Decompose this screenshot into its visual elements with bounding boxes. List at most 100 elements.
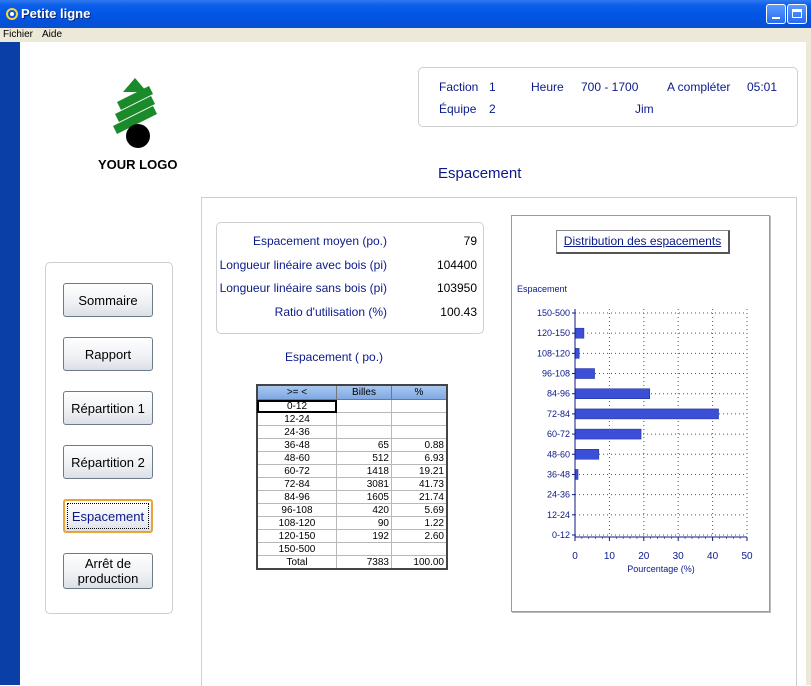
menu-bar: Fichier Aide [0,28,811,42]
right-border [806,42,811,685]
y-tick-label: 108-120 [537,348,570,358]
x-axis-title: Pourcentage (%) [627,564,695,574]
arret-line1: Arrêt de [84,556,132,571]
cell-billes[interactable]: 65 [336,438,392,452]
cell-billes[interactable] [336,399,392,413]
stat-value-espacement-moyen: 79 [463,234,477,248]
window-title: Petite ligne [21,6,91,21]
stat-value-avec-bois: 104400 [436,258,477,272]
heure-value: 700 - 1700 [581,80,639,94]
cell-range[interactable]: 24-36 [256,425,337,439]
repartition1-button[interactable]: Répartition 1 [63,391,153,425]
table-row[interactable]: 150-500 [256,542,448,556]
table-row[interactable]: 12-24 [256,412,448,426]
stat-label-sans-bois: Longueur linéaire sans bois (pi) [219,281,387,295]
y-tick-label: 48-60 [547,449,570,459]
table-row[interactable]: 84-96 1605 21.74 [256,490,448,504]
cell-range[interactable]: 84-96 [256,490,337,504]
cell-range[interactable]: 72-84 [256,477,337,491]
bar [574,449,600,460]
cell-billes[interactable]: 1418 [336,464,392,478]
repartition2-button[interactable]: Répartition 2 [63,445,153,479]
table-row[interactable]: 96-108 420 5.69 [256,503,448,517]
x-tick-label: 40 [707,551,719,562]
page-title: Espacement [438,165,522,182]
minimize-button[interactable] [766,4,786,24]
cell-percent[interactable] [391,399,448,413]
y-tick-label: 0-12 [552,530,570,540]
stat-label-ratio: Ratio d'utilisation (%) [274,305,387,319]
menu-aide[interactable]: Aide [42,29,62,40]
y-tick-label: 36-48 [547,469,570,479]
table-title: Espacement ( po.) [285,350,384,364]
sommaire-button[interactable]: Sommaire [63,283,153,317]
arret-line2: production [77,571,139,586]
cell-billes[interactable]: 420 [336,503,392,517]
cell-billes[interactable]: 1605 [336,490,392,504]
cell-percent[interactable]: 1.22 [391,516,448,530]
total-percent: 100.00 [391,555,448,570]
menu-fichier[interactable]: Fichier [3,29,33,40]
cell-percent[interactable]: 0.88 [391,438,448,452]
cell-range[interactable]: 60-72 [256,464,337,478]
cell-range[interactable]: 150-500 [256,542,337,556]
total-label: Total [256,555,337,570]
app-icon [6,8,18,20]
x-tick-label: 10 [604,551,616,562]
cell-billes[interactable] [336,425,392,439]
table-row[interactable]: 120-150 192 2.60 [256,529,448,543]
y-tick-label: 150-500 [537,308,570,318]
arret-production-button[interactable]: Arrêt de production [63,553,153,589]
cell-range[interactable]: 0-12 [256,399,337,413]
cell-billes[interactable]: 192 [336,529,392,543]
bar [574,428,642,440]
left-border [0,42,20,685]
cell-percent[interactable]: 6.93 [391,451,448,465]
table-row[interactable]: 108-120 90 1.22 [256,516,448,530]
equipe-label: Équipe [439,102,477,116]
bar [574,348,580,359]
cell-billes[interactable] [336,412,392,426]
table-row[interactable]: 60-72 1418 19.21 [256,464,448,478]
espacement-button[interactable]: Espacement [63,499,153,533]
y-axis-title: Espacement [517,284,568,294]
cell-range[interactable]: 96-108 [256,503,337,517]
cell-percent[interactable]: 19.21 [391,464,448,478]
table-row[interactable]: 0-12 [256,399,448,413]
table-row[interactable]: 72-84 3081 41.73 [256,477,448,491]
operator-name: Jim [635,102,654,116]
table-row[interactable]: 48-60 512 6.93 [256,451,448,465]
maximize-button[interactable] [787,4,807,24]
cell-percent[interactable] [391,412,448,426]
cell-range[interactable]: 12-24 [256,412,337,426]
cell-percent[interactable]: 21.74 [391,490,448,504]
y-tick-label: 84-96 [547,389,570,399]
nav-panel: Sommaire Rapport Répartition 1 Répartiti… [45,262,173,614]
cell-range[interactable]: 48-60 [256,451,337,465]
cell-percent[interactable]: 5.69 [391,503,448,517]
stat-value-ratio: 100.43 [440,305,477,319]
cell-percent[interactable] [391,425,448,439]
cell-range[interactable]: 120-150 [256,529,337,543]
shift-info-panel: Faction 1 Heure 700 - 1700 A compléter 0… [418,67,798,127]
column-header-percent: % [391,384,448,400]
y-tick-label: 72-84 [547,409,570,419]
stats-panel: Espacement moyen (po.) 79 Longueur linéa… [216,222,484,334]
table-row[interactable]: 36-48 65 0.88 [256,438,448,452]
cell-billes[interactable]: 90 [336,516,392,530]
app-window: Petite ligne Fichier Aide YOUR LOGO Fact… [0,0,811,686]
cell-percent[interactable] [391,542,448,556]
rapport-button[interactable]: Rapport [63,337,153,371]
cell-billes[interactable]: 512 [336,451,392,465]
x-tick-label: 50 [741,551,753,562]
distribution-button[interactable]: Distribution des espacements [556,230,730,254]
cell-range[interactable]: 36-48 [256,438,337,452]
cell-percent[interactable]: 41.73 [391,477,448,491]
table-row[interactable]: 24-36 [256,425,448,439]
cell-billes[interactable] [336,542,392,556]
bar [574,327,585,339]
cell-percent[interactable]: 2.60 [391,529,448,543]
cell-range[interactable]: 108-120 [256,516,337,530]
cell-billes[interactable]: 3081 [336,477,392,491]
bar [574,388,651,399]
